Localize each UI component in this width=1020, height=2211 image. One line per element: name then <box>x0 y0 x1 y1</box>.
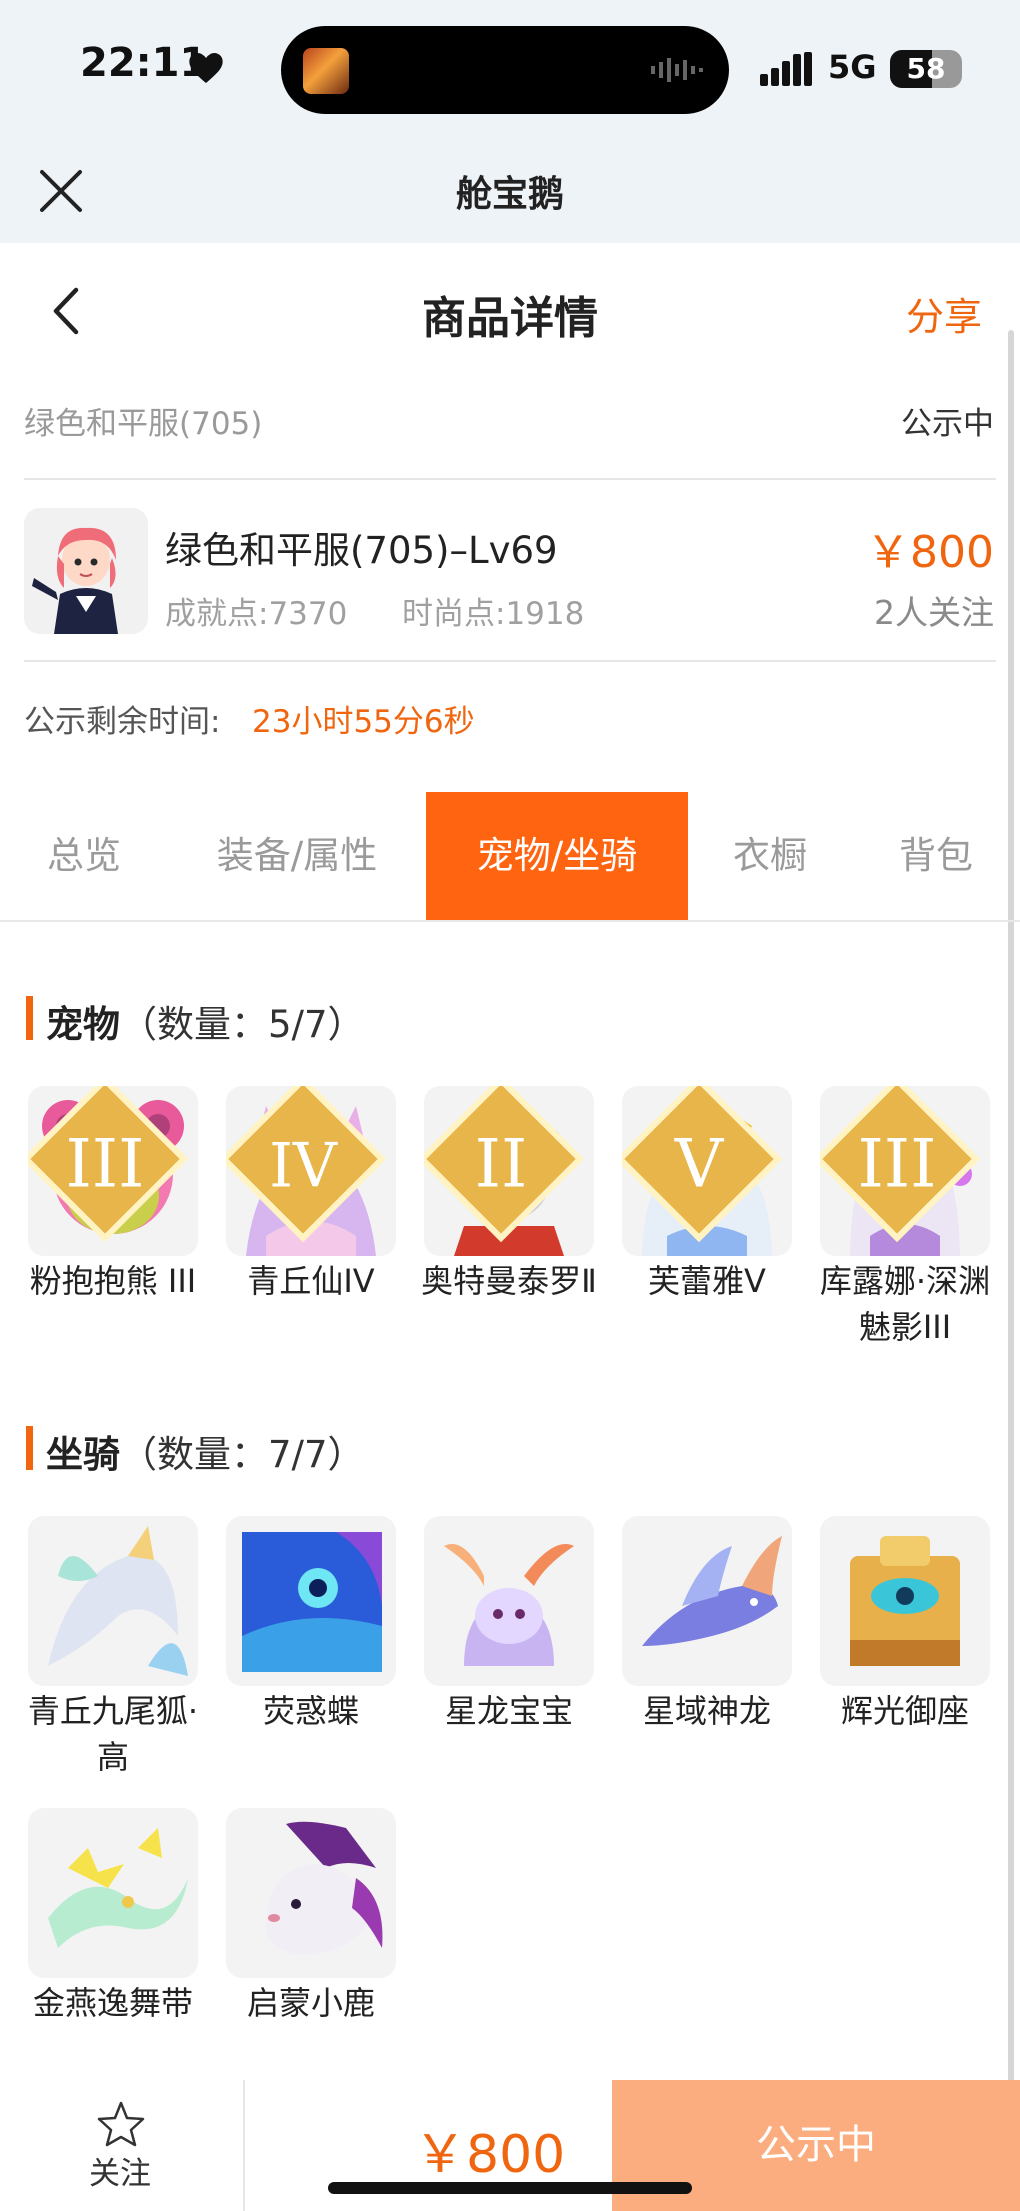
rank-label: II <box>475 1124 528 1202</box>
rank-badge-icon: III <box>820 1086 981 1243</box>
mount-thumbnail[interactable] <box>424 1516 594 1686</box>
pets-count: （数量：5/7） <box>120 1003 365 1046</box>
battery-icon: 58 <box>890 50 962 88</box>
rank-badge-icon: IV <box>226 1086 387 1243</box>
app-title: 舱宝鹅 <box>455 174 564 215</box>
follow-button[interactable]: 关注 <box>60 2148 180 2193</box>
dynamic-island[interactable] <box>281 26 729 114</box>
fashion-points: 时尚点:1918 <box>402 596 585 632</box>
pet-name: 奥特曼泰罗Ⅱ <box>421 1262 597 1300</box>
audio-wave-icon <box>651 58 703 82</box>
pet-name: 青丘仙IV <box>247 1262 375 1300</box>
timer-value: 23小时55分6秒 <box>252 704 475 740</box>
rank-badge-icon: III <box>28 1086 189 1243</box>
mount-name: 金燕逸舞带 <box>32 1984 193 2022</box>
tab-pets-mounts[interactable]: 宠物/坐骑 <box>426 792 688 920</box>
rank-badge-icon: II <box>424 1086 585 1243</box>
divider <box>24 660 996 662</box>
heart-icon <box>189 53 223 83</box>
mount-thumbnail[interactable] <box>28 1516 198 1686</box>
rank-label: III <box>857 1124 936 1202</box>
pet-name: 芙蕾雅V <box>648 1262 766 1300</box>
network-type: 5G <box>828 48 877 86</box>
divider <box>24 478 996 480</box>
rank-label: V <box>674 1124 725 1202</box>
pet-thumbnail[interactable]: IV <box>226 1086 396 1256</box>
item-name: 绿色和平服(705)–Lv69 <box>165 529 558 572</box>
rank-badge-icon: V <box>622 1086 783 1243</box>
mount-name: 荧惑蝶 <box>262 1692 359 1730</box>
page-title: 商品详情 <box>422 293 598 344</box>
home-indicator[interactable] <box>328 2182 692 2194</box>
tab-bar: 总览 装备/属性 宠物/坐骑 衣橱 背包 <box>0 792 1020 920</box>
battery-level: 58 <box>906 52 946 85</box>
rank-label: IV <box>269 1131 338 1201</box>
pet-thumbnail[interactable]: II <box>424 1086 594 1256</box>
pet-name: 库露娜·深渊魅影III <box>819 1262 991 1346</box>
mount-name: 辉光御座 <box>840 1692 969 1730</box>
character-avatar <box>24 508 148 634</box>
star-icon[interactable] <box>96 2100 146 2148</box>
mounts-count: （数量：7/7） <box>120 1433 365 1476</box>
signal-icon <box>760 52 812 86</box>
mount-thumbnail[interactable] <box>28 1808 198 1978</box>
section-marker <box>26 1426 33 1470</box>
pet-thumbnail[interactable]: III <box>820 1086 990 1256</box>
timer-label: 公示剩余时间: <box>24 704 221 740</box>
mounts-title: 坐骑 <box>46 1433 120 1476</box>
section-marker <box>26 996 33 1040</box>
listing-subtitle: 绿色和平服(705) <box>24 406 263 442</box>
listing-status: 公示中 <box>901 406 994 442</box>
scrollbar[interactable] <box>1008 330 1014 2090</box>
pets-section-title: 宠物（数量：5/7） <box>46 994 365 1048</box>
mount-thumbnail[interactable] <box>226 1516 396 1686</box>
game-thumbnail-icon <box>303 48 349 94</box>
achievement-points: 成就点:7370 <box>165 596 348 632</box>
pets-title: 宠物 <box>46 1003 120 1046</box>
mount-thumbnail[interactable] <box>820 1516 990 1686</box>
pet-thumbnail[interactable]: V <box>622 1086 792 1256</box>
follower-count: 2人关注 <box>874 593 994 632</box>
mount-name: 青丘九尾狐·高 <box>27 1692 199 1776</box>
tab-equipment[interactable]: 装备/属性 <box>168 792 426 920</box>
tab-underline <box>0 920 1020 922</box>
share-button[interactable]: 分享 <box>906 286 982 341</box>
divider <box>243 2080 245 2211</box>
mount-name: 星龙宝宝 <box>444 1692 573 1730</box>
mounts-section-title: 坐骑（数量：7/7） <box>46 1424 365 1478</box>
rank-label: III <box>65 1124 144 1202</box>
pet-thumbnail[interactable]: III <box>28 1086 198 1256</box>
tab-overview[interactable]: 总览 <box>0 792 168 920</box>
mount-name: 启蒙小鹿 <box>246 1984 375 2022</box>
bottom-price: ￥800 <box>414 2125 566 2185</box>
mount-name: 星域神龙 <box>642 1692 771 1730</box>
tab-backpack[interactable]: 背包 <box>852 792 1020 920</box>
mount-thumbnail[interactable] <box>622 1516 792 1686</box>
item-price: ￥800 <box>866 527 994 578</box>
pet-name: 粉抱抱熊 III <box>29 1262 197 1300</box>
mount-thumbnail[interactable] <box>226 1808 396 1978</box>
tab-wardrobe[interactable]: 衣橱 <box>688 792 852 920</box>
